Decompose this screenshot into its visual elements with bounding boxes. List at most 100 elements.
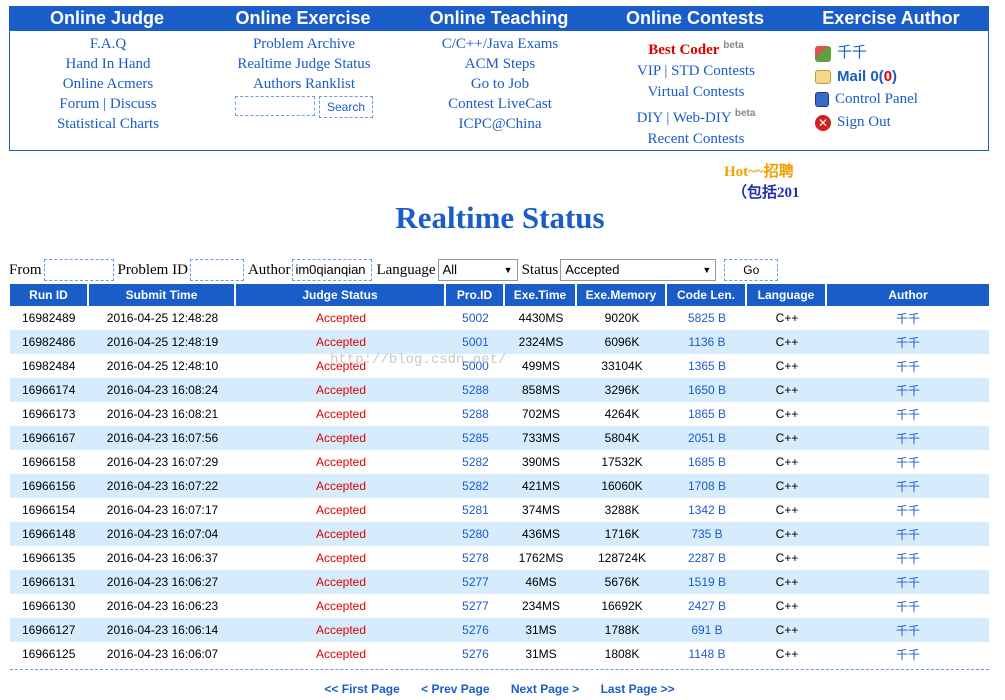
code-length-link[interactable]: 1136 B	[667, 330, 747, 354]
code-length-link[interactable]: 1148 B	[667, 642, 747, 666]
problem-id-link[interactable]: 5285	[446, 426, 505, 450]
diy-web-diy-link[interactable]: DIY | Web-DIY	[637, 110, 732, 126]
go-button[interactable]: Go	[724, 259, 779, 281]
problem-archive-link[interactable]: Problem Archive	[206, 34, 402, 54]
statistical-charts-link[interactable]: Statistical Charts	[10, 114, 206, 134]
exe-memory-cell: 9020K	[604, 311, 640, 325]
control-panel-link[interactable]: Control Panel	[835, 88, 918, 111]
nav-column-teaching: C/C++/Java Exams ACM Steps Go to Job Con…	[402, 34, 598, 134]
vip-std-contests-link[interactable]: VIP | STD Contests	[598, 61, 794, 82]
code-length-link[interactable]: 1708 B	[667, 474, 747, 498]
code-length-link[interactable]: 735 B	[667, 522, 747, 546]
author-link[interactable]: 千千	[827, 642, 989, 666]
hot-jobs-link[interactable]: Hot~~招聘	[724, 160, 794, 181]
problem-id-link[interactable]: 5277	[446, 570, 505, 594]
acm-steps-link[interactable]: ACM Steps	[402, 54, 598, 74]
exe-time-cell: 1762MS	[518, 551, 564, 565]
search-button[interactable]: Search	[319, 96, 373, 118]
hand-in-hand-link[interactable]: Hand In Hand	[10, 54, 206, 74]
problem-id-label: Problem ID	[117, 261, 188, 278]
problem-id-link[interactable]: 5282	[446, 450, 505, 474]
run-id-cell: 16966174	[10, 378, 89, 402]
submit-time-cell: 2016-04-23 16:08:21	[106, 407, 219, 421]
author-username-link[interactable]: 千千	[837, 42, 867, 65]
problem-id-link[interactable]: 5282	[446, 474, 505, 498]
problem-id-link[interactable]: 5276	[446, 642, 505, 666]
code-length-link[interactable]: 5825 B	[667, 306, 747, 330]
author-link[interactable]: 千千	[827, 426, 989, 450]
author-link[interactable]: 千千	[827, 498, 989, 522]
author-link[interactable]: 千千	[827, 570, 989, 594]
language-cell: C++	[747, 330, 827, 354]
code-length-link[interactable]: 1685 B	[667, 450, 747, 474]
nav-header-bar: Online Judge Online Exercise Online Teac…	[9, 6, 989, 31]
authors-ranklist-link[interactable]: Authors Ranklist	[206, 74, 402, 94]
status-label: Status	[521, 261, 559, 278]
code-length-link[interactable]: 691 B	[667, 618, 747, 642]
last-page-link[interactable]: Last Page >>	[601, 682, 675, 696]
author-link[interactable]: 千千	[827, 354, 989, 378]
author-link[interactable]: 千千	[827, 594, 989, 618]
online-acmers-link[interactable]: Online Acmers	[10, 74, 206, 94]
best-coder-row: Best Coder beta	[598, 35, 794, 61]
code-length-link[interactable]: 1650 B	[667, 378, 747, 402]
author-link[interactable]: 千千	[827, 378, 989, 402]
nav-column-author: 千千 Mail 0(0) Control Panel ✕ Sign Out	[815, 42, 990, 134]
problem-id-link[interactable]: 5001	[446, 330, 505, 354]
problem-search-input[interactable]	[235, 96, 315, 116]
table-row: 16966156 2016-04-23 16:07:22 Accepted 5282 4…	[10, 474, 989, 498]
prev-page-link[interactable]: < Prev Page	[421, 682, 489, 696]
status-select[interactable]: Accepted ▼	[560, 259, 717, 281]
forum-discuss-link[interactable]: Forum | Discuss	[10, 94, 206, 114]
icpc-china-link[interactable]: ICPC@China	[402, 114, 598, 134]
problem-id-link[interactable]: 5278	[446, 546, 505, 570]
language-select[interactable]: All ▼	[437, 259, 518, 281]
sign-out-link[interactable]: Sign Out	[837, 111, 891, 134]
exams-link[interactable]: C/C++/Java Exams	[402, 34, 598, 54]
virtual-contests-link[interactable]: Virtual Contests	[598, 82, 794, 103]
author-link[interactable]: 千千	[827, 402, 989, 426]
envelope-icon	[815, 69, 831, 84]
from-input[interactable]	[43, 259, 114, 281]
code-length-link[interactable]: 2287 B	[667, 546, 747, 570]
language-cell: C++	[775, 599, 799, 613]
judge-status-cell: Accepted	[315, 503, 367, 517]
code-length-link[interactable]: 2051 B	[667, 426, 747, 450]
problem-id-link[interactable]: 5000	[446, 354, 505, 378]
contest-livecast-link[interactable]: Contest LiveCast	[402, 94, 598, 114]
author-link[interactable]: 千千	[827, 330, 989, 354]
problem-id-link[interactable]: 5002	[446, 306, 505, 330]
problem-id-link[interactable]: 5288	[446, 378, 505, 402]
exe-memory-cell: 6096K	[577, 330, 667, 354]
code-length-link[interactable]: 2427 B	[667, 594, 747, 618]
author-input[interactable]: im0qianqian	[292, 259, 373, 281]
problem-id-link[interactable]: 5288	[446, 402, 505, 426]
go-to-job-link[interactable]: Go to Job	[402, 74, 598, 94]
author-link[interactable]: 千千	[827, 546, 989, 570]
problem-id-link[interactable]: 5280	[446, 522, 505, 546]
judge-status-cell: Accepted	[236, 426, 446, 450]
author-link[interactable]: 千千	[827, 618, 989, 642]
author-link[interactable]: 千千	[827, 474, 989, 498]
problem-id-link[interactable]: 5277	[446, 594, 505, 618]
faq-link[interactable]: F.A.Q	[10, 34, 206, 54]
first-page-link[interactable]: << First Page	[324, 682, 399, 696]
mail-link[interactable]: Mail 0(0)	[837, 65, 897, 88]
nav-column-contests: Best Coder beta VIP | STD Contests Virtu…	[598, 34, 794, 150]
author-link[interactable]: 千千	[827, 306, 989, 330]
realtime-judge-status-link[interactable]: Realtime Judge Status	[206, 54, 402, 74]
recent-contests-link[interactable]: Recent Contests	[598, 129, 794, 150]
code-length-link[interactable]: 1865 B	[667, 402, 747, 426]
best-coder-link[interactable]: Best Coder	[648, 42, 719, 58]
code-length-link[interactable]: 1342 B	[667, 498, 747, 522]
code-length-link[interactable]: 1519 B	[667, 570, 747, 594]
code-length-link[interactable]: 1365 B	[667, 354, 747, 378]
author-link[interactable]: 千千	[827, 522, 989, 546]
table-row: 16966148 2016-04-23 16:07:04 Accepted 5280 4…	[10, 522, 989, 546]
author-link[interactable]: 千千	[827, 450, 989, 474]
problem-id-input[interactable]	[189, 259, 244, 281]
submit-time-cell: 2016-04-23 16:06:07	[106, 647, 219, 661]
next-page-link[interactable]: Next Page >	[511, 682, 579, 696]
problem-id-link[interactable]: 5281	[446, 498, 505, 522]
problem-id-link[interactable]: 5276	[446, 618, 505, 642]
